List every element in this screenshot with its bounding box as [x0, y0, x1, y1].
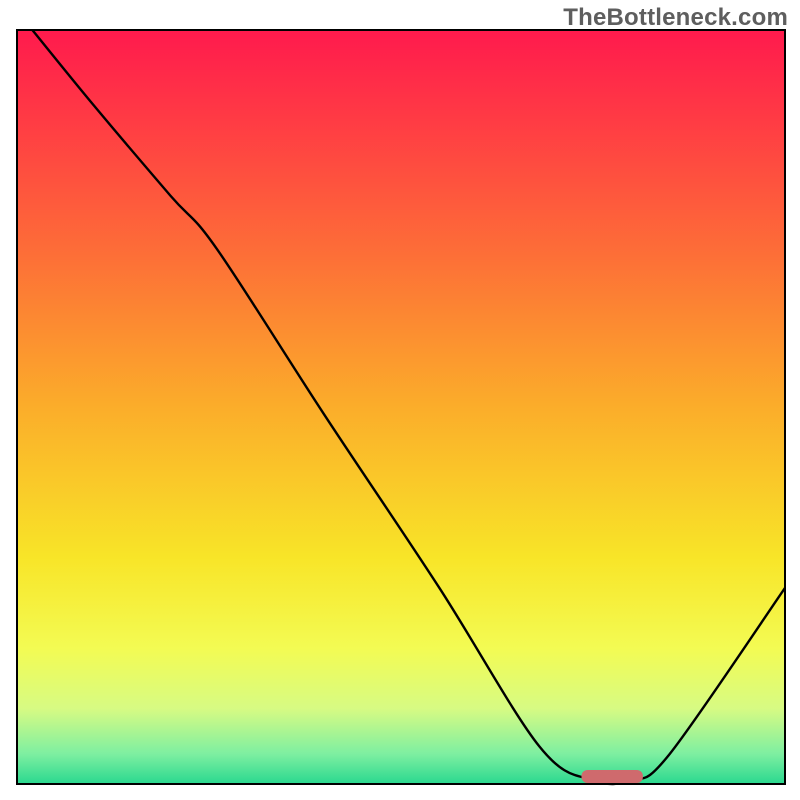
chart-container: TheBottleneck.com [0, 0, 800, 800]
bottleneck-chart [0, 0, 800, 800]
plot-gradient [17, 30, 785, 784]
sweet-spot-marker [581, 770, 642, 783]
